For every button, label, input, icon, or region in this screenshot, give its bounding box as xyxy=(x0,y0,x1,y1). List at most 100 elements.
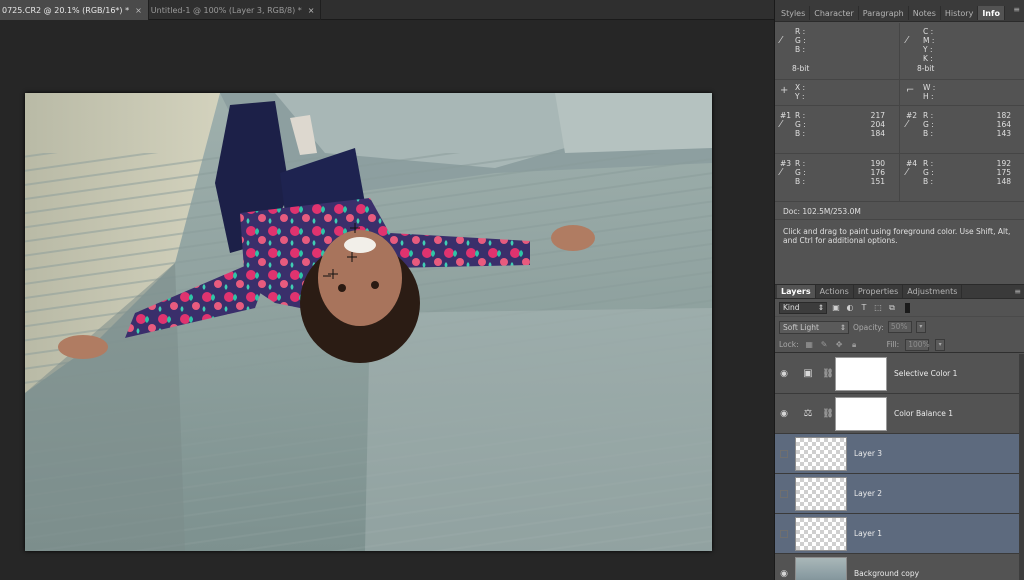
divider xyxy=(775,201,1024,202)
visibility-toggle-off[interactable] xyxy=(780,529,788,538)
sampler-4-b: 148 xyxy=(996,177,1011,186)
sampler-b-label: B : xyxy=(795,129,806,138)
layers-panel: Layers Actions Properties Adjustments ≡ … xyxy=(775,284,1024,580)
tab-adjustments[interactable]: Adjustments xyxy=(903,285,963,298)
photo-canvas[interactable] xyxy=(25,93,712,551)
pixel-filter-icon[interactable]: ▣ xyxy=(831,303,841,313)
tab-properties[interactable]: Properties xyxy=(854,285,904,298)
lock-paint-icon[interactable]: ✎ xyxy=(820,340,829,349)
info-panel-tabs: Styles Character Paragraph Notes History… xyxy=(775,0,1024,22)
lock-all-icon[interactable]: 🔒︎ xyxy=(850,340,859,350)
tab-character[interactable]: Character xyxy=(810,6,859,20)
bit-depth-left: 8-bit xyxy=(792,64,810,73)
filter-toggle[interactable] xyxy=(905,302,910,313)
canvas-workspace[interactable] xyxy=(0,21,774,580)
lock-transparent-icon[interactable]: ▦ xyxy=(805,340,814,349)
tab-layers[interactable]: Layers xyxy=(777,285,816,298)
sampler-1-g: 204 xyxy=(870,120,885,129)
tab-history[interactable]: History xyxy=(941,6,979,20)
layer-row-background-copy[interactable]: ◉ Background copy xyxy=(775,554,1023,580)
cmyk-c-label: C : xyxy=(923,27,934,36)
fill-dropdown-icon[interactable]: ▾ xyxy=(935,338,946,351)
visibility-toggle-off[interactable] xyxy=(780,449,788,458)
sampler-g-label: G : xyxy=(923,168,934,177)
document-tab-untitled-1[interactable]: Untitled-1 @ 100% (Layer 3, RGB/8) * × xyxy=(149,0,322,20)
visibility-eye-icon[interactable]: ◉ xyxy=(775,409,793,419)
y-label: Y : xyxy=(795,92,805,101)
panel-menu-icon[interactable]: ≡ xyxy=(1013,5,1020,14)
layer-mask-thumbnail[interactable] xyxy=(835,396,887,431)
layer-name[interactable]: Selective Color 1 xyxy=(894,369,957,378)
opacity-label: Opacity: xyxy=(853,322,884,332)
sampler-3-g: 176 xyxy=(870,168,885,177)
cmyk-y-label: Y : xyxy=(923,45,933,54)
layer-row-layer-3[interactable]: Layer 3 xyxy=(775,434,1023,474)
filter-kind-select[interactable]: Kind ⇕ xyxy=(779,301,827,314)
info-panel: ⁄ R : G : B : 8-bit ⁄ C : M : Y : K : 8-… xyxy=(775,23,1024,283)
visibility-toggle-off[interactable] xyxy=(780,489,788,498)
tab-notes[interactable]: Notes xyxy=(909,6,941,20)
visibility-eye-icon[interactable]: ◉ xyxy=(775,569,793,579)
layer-row-layer-1[interactable]: Layer 1 xyxy=(775,514,1023,554)
fill-label: Fill: xyxy=(886,340,900,349)
mask-link-icon[interactable]: ⛓ xyxy=(821,409,835,419)
tab-paragraph[interactable]: Paragraph xyxy=(859,6,909,20)
sampler-icon: ⁄ xyxy=(906,119,908,130)
layer-row-layer-2[interactable]: Layer 2 xyxy=(775,474,1023,514)
sampler-icon: ⁄ xyxy=(780,167,782,178)
fill-field[interactable]: 100% xyxy=(905,338,930,351)
visibility-eye-icon[interactable]: ◉ xyxy=(775,369,793,379)
layer-name[interactable]: Layer 3 xyxy=(854,449,882,458)
document-tab-label: 0725.CR2 @ 20.1% (RGB/16*) * xyxy=(2,5,130,15)
layer-row-color-balance-1[interactable]: ◉ ⚖ ⛓ Color Balance 1 xyxy=(775,394,1023,434)
layers-panel-tabs: Layers Actions Properties Adjustments ≡ xyxy=(775,285,1024,299)
layer-thumbnail[interactable] xyxy=(795,556,847,580)
adjustment-filter-icon[interactable]: ◐ xyxy=(845,303,855,313)
sampler-g-label: G : xyxy=(795,168,806,177)
layer-filter-row: Kind ⇕ ▣ ◐ T ⬚ ⧉ xyxy=(775,299,1024,317)
rgb-r-label: R : xyxy=(795,27,806,36)
chevron-down-icon: ⇕ xyxy=(839,322,846,332)
tab-styles[interactable]: Styles xyxy=(777,6,811,20)
document-tab-0725[interactable]: 0725.CR2 @ 20.1% (RGB/16*) * × xyxy=(0,0,149,20)
layer-thumbnail[interactable] xyxy=(795,436,847,471)
close-icon[interactable]: × xyxy=(308,6,315,15)
panel-menu-icon[interactable]: ≡ xyxy=(1014,287,1021,296)
mask-link-icon[interactable]: ⛓ xyxy=(821,369,835,379)
tab-actions[interactable]: Actions xyxy=(816,285,854,298)
x-label: X : xyxy=(795,83,806,92)
photo-image xyxy=(25,93,712,551)
selective-color-adjustment-icon: ▣ xyxy=(803,368,813,379)
layer-mask-thumbnail[interactable] xyxy=(835,356,887,391)
sampler-3-r: 190 xyxy=(870,159,885,168)
doc-size: Doc: 102.5M/253.0M xyxy=(783,207,861,216)
shape-filter-icon[interactable]: ⬚ xyxy=(873,303,883,313)
opacity-field[interactable]: 50% xyxy=(887,321,912,333)
sampler-1-b: 184 xyxy=(870,129,885,138)
divider xyxy=(775,105,1024,106)
sampler-b-label: B : xyxy=(923,129,934,138)
close-icon[interactable]: × xyxy=(135,6,142,15)
tab-info[interactable]: Info xyxy=(978,6,1005,20)
filter-kind-value: Kind xyxy=(783,303,800,312)
divider xyxy=(775,79,1024,80)
layer-row-selective-color-1[interactable]: ◉ ▣ ⛓ Selective Color 1 xyxy=(775,354,1023,394)
layer-thumbnail[interactable] xyxy=(795,476,847,511)
layers-scrollbar[interactable] xyxy=(1019,354,1024,580)
layer-name[interactable]: Background copy xyxy=(854,569,919,578)
document-tab-bar: 0725.CR2 @ 20.1% (RGB/16*) * × Untitled-… xyxy=(0,0,774,20)
type-filter-icon[interactable]: T xyxy=(859,303,869,313)
opacity-dropdown-icon[interactable]: ▾ xyxy=(915,321,926,333)
blend-row: Soft Light ⇕ Opacity: 50% ▾ xyxy=(775,317,1024,337)
layer-name[interactable]: Layer 1 xyxy=(854,529,882,538)
smart-object-filter-icon[interactable]: ⧉ xyxy=(887,303,897,313)
layer-name[interactable]: Color Balance 1 xyxy=(894,409,953,418)
blend-mode-select[interactable]: Soft Light ⇕ xyxy=(779,320,849,334)
lock-move-icon[interactable]: ✥ xyxy=(835,340,844,349)
layer-name[interactable]: Layer 2 xyxy=(854,489,882,498)
sampler-1-r: 217 xyxy=(870,111,885,120)
cmyk-m-label: M : xyxy=(923,36,935,45)
lock-label: Lock: xyxy=(779,340,799,349)
layer-thumbnail[interactable] xyxy=(795,516,847,551)
chevron-down-icon: ⇕ xyxy=(817,303,824,312)
